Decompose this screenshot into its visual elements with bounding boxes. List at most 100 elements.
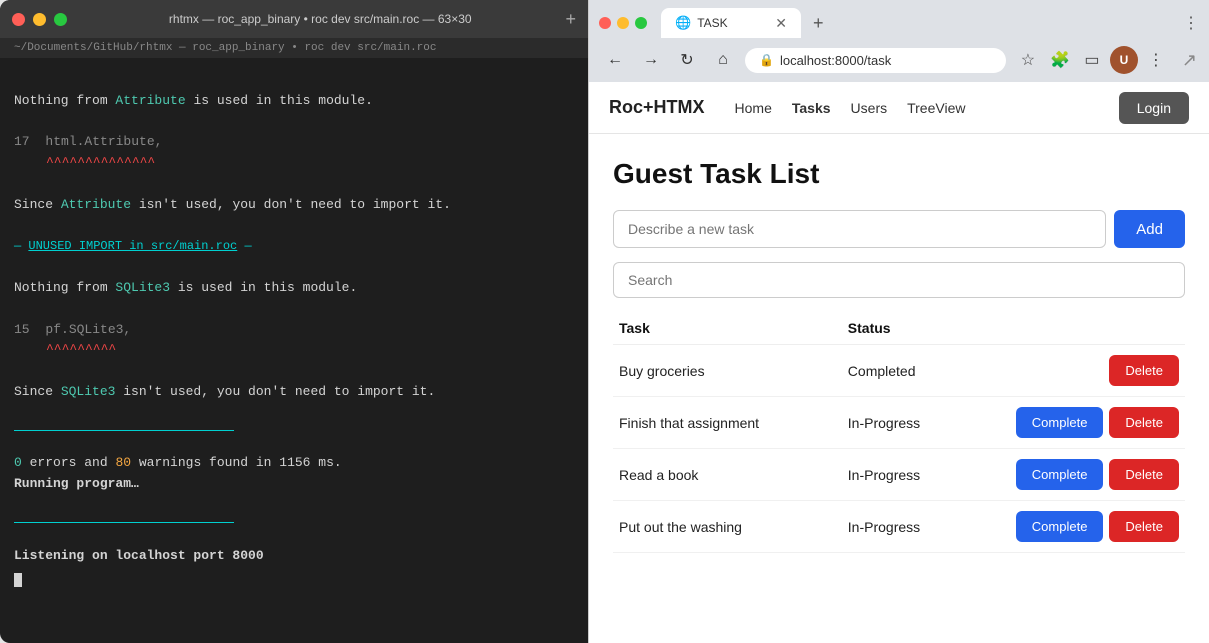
tab-label: TASK [697,16,727,30]
task-name-3: Put out the washing [613,501,842,553]
term-divider [14,430,574,452]
search-input[interactable] [613,262,1185,298]
sidebar-icon[interactable]: ▭ [1078,46,1106,74]
add-button[interactable]: Add [1114,210,1185,248]
task-table-body: Buy groceriesCompletedDeleteFinish that … [613,345,1185,553]
term-underline: ^^^^^^^^^ [46,342,116,357]
url-bar[interactable]: 🔒 localhost:8000/task [745,48,1006,73]
term-error-count: 0 [14,455,22,470]
term-line-num: 17 [14,134,30,149]
term-separator-text: UNUSED IMPORT in src/main.roc [28,239,237,253]
home-button[interactable]: ⌂ [709,46,737,74]
nav-tasks[interactable]: Tasks [792,96,831,120]
back-button[interactable]: ← [601,46,629,74]
login-button[interactable]: Login [1119,92,1189,124]
term-line [14,257,574,278]
term-underline-line: ^^^^^^^^^ [14,340,574,361]
cursor-indicator: ↗ [1182,50,1197,71]
task-actions-3: CompleteDelete [1002,501,1185,553]
task-status-3: In-Progress [842,501,1002,553]
term-line: Since SQLite3 isn't used, you don't need… [14,382,574,403]
term-keyword: Attribute [115,93,185,108]
url-text: localhost:8000/task [780,53,992,68]
task-input[interactable] [613,210,1106,248]
term-line-num: 15 [14,322,30,337]
browser-menu-icon[interactable]: ⋮ [1183,13,1199,33]
term-line [14,522,574,544]
complete-button-3[interactable]: Complete [1016,511,1104,542]
terminal-body: Nothing from Attribute is used in this m… [0,58,588,643]
term-underline: ^^^^^^^^^^^^^^ [46,155,155,170]
maximize-traffic-light[interactable] [54,13,67,26]
term-code-line: 17 html.Attribute, [14,132,574,153]
browser-max-light[interactable] [635,17,647,29]
extensions-icon[interactable]: 🧩 [1046,46,1074,74]
task-name-0: Buy groceries [613,345,842,397]
reload-button[interactable]: ↻ [673,46,701,74]
delete-button-2[interactable]: Delete [1109,459,1179,490]
term-line [14,70,574,91]
terminal-subtitle: ~/Documents/GitHub/rhtmx — roc_app_binar… [0,38,588,58]
browser-chrome: 🌐 TASK ✕ + ⋮ ← → ↻ ⌂ 🔒 localhost:8000/ta… [589,0,1209,82]
term-line [14,112,574,133]
browser-traffic-lights [599,17,647,29]
delete-button-0[interactable]: Delete [1109,355,1179,386]
task-input-row: Add [613,210,1185,248]
page-title: Guest Task List [613,158,1185,190]
complete-button-1[interactable]: Complete [1016,407,1104,438]
col-status-header: Status [842,312,1002,345]
browser-tab-task[interactable]: 🌐 TASK ✕ [661,8,801,38]
terminal-titlebar: rhtmx — roc_app_binary • roc dev src/mai… [0,0,588,38]
term-line [14,361,574,382]
terminal-title: rhtmx — roc_app_binary • roc dev src/mai… [83,12,557,26]
task-actions-1: CompleteDelete [1002,397,1185,449]
term-counts: 0 errors and 80 warnings found in 1156 m… [14,453,574,474]
complete-button-2[interactable]: Complete [1016,459,1104,490]
term-line: Since Attribute isn't used, you don't ne… [14,195,574,216]
term-running: Running program… [14,474,574,495]
table-row: Read a bookIn-ProgressCompleteDelete [613,449,1185,501]
tab-favicon: 🌐 [675,15,691,31]
browser-close-light[interactable] [599,17,611,29]
delete-button-1[interactable]: Delete [1109,407,1179,438]
browser-min-light[interactable] [617,17,629,29]
term-line [14,495,574,516]
term-line [14,403,574,424]
delete-button-3[interactable]: Delete [1109,511,1179,542]
browser-menu-button[interactable]: ⋮ [1142,46,1170,74]
term-line [14,216,574,237]
term-listening: Listening on localhost port 8000 [14,546,574,567]
app-content: Roc+HTMX Home Tasks Users TreeView Login… [589,82,1209,643]
nav-home[interactable]: Home [735,96,772,120]
forward-button[interactable]: → [637,46,665,74]
browser-url-actions: ☆ 🧩 ▭ U ⋮ [1014,46,1170,74]
nav-treeview[interactable]: TreeView [907,96,965,120]
app-brand: Roc+HTMX [609,97,705,118]
nav-links: Home Tasks Users TreeView [735,96,1119,120]
term-keyword: Attribute [61,197,131,212]
new-tab-button[interactable]: + [805,9,832,38]
term-underline-line: ^^^^^^^^^^^^^^ [14,153,574,174]
profile-avatar[interactable]: U [1110,46,1138,74]
app-main: Guest Task List Add Task Status [589,134,1209,577]
close-traffic-light[interactable] [12,13,25,26]
term-code: html.Attribute, [45,134,162,149]
table-row: Buy groceriesCompleted Delete [613,345,1185,397]
table-row: Finish that assignmentIn-ProgressComplet… [613,397,1185,449]
term-warn-count: 80 [115,455,131,470]
task-status-0: Completed [842,345,1002,397]
term-cursor [14,573,22,587]
task-actions-2: CompleteDelete [1002,449,1185,501]
col-actions-header [1002,312,1185,345]
minimize-traffic-light[interactable] [33,13,46,26]
term-line [14,174,574,195]
tab-close-icon[interactable]: ✕ [775,15,787,32]
nav-users[interactable]: Users [851,96,888,120]
browser-panel: 🌐 TASK ✕ + ⋮ ← → ↻ ⌂ 🔒 localhost:8000/ta… [588,0,1209,643]
task-status-1: In-Progress [842,397,1002,449]
app-navbar: Roc+HTMX Home Tasks Users TreeView Login [589,82,1209,134]
new-tab-icon[interactable]: + [565,9,576,30]
task-name-1: Finish that assignment [613,397,842,449]
bookmark-icon[interactable]: ☆ [1014,46,1042,74]
term-code-line: 15 pf.SQLite3, [14,320,574,341]
